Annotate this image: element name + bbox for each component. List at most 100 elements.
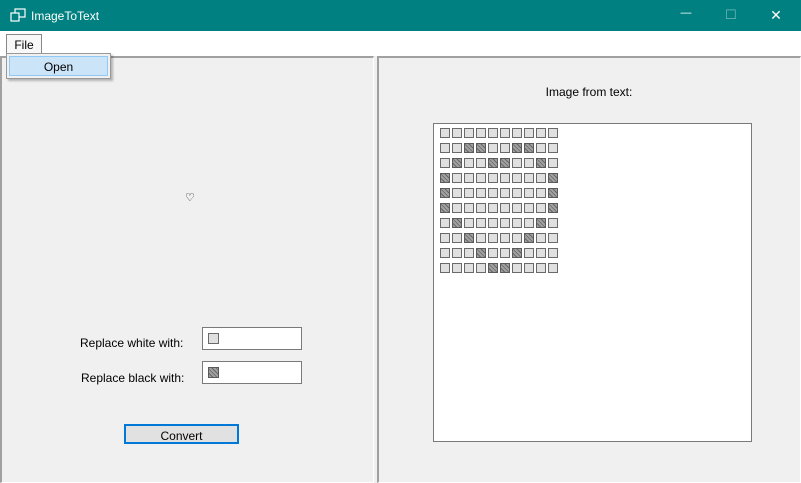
light-square-icon (512, 173, 522, 183)
hatched-square-icon (512, 248, 522, 258)
light-square-icon (488, 218, 498, 228)
light-square-icon (488, 128, 498, 138)
light-square-icon (488, 143, 498, 153)
title-bar[interactable]: ImageToText — ☐ ✕ (0, 0, 801, 31)
light-square-icon (536, 128, 546, 138)
light-square-icon (500, 233, 510, 243)
light-square-icon (452, 143, 462, 153)
light-square-icon (536, 173, 546, 183)
light-square-icon (440, 218, 450, 228)
light-square-icon (476, 173, 486, 183)
source-panel (0, 56, 374, 483)
minimize-icon: — (680, 7, 692, 19)
light-square-icon (500, 248, 510, 258)
light-square-icon (548, 218, 558, 228)
hatched-square-icon (500, 158, 510, 168)
light-square-icon (524, 173, 534, 183)
light-square-icon (452, 203, 462, 213)
text-image-preview[interactable] (433, 123, 752, 442)
light-square-icon (452, 173, 462, 183)
light-square-icon (536, 248, 546, 258)
hatched-square-icon (536, 218, 546, 228)
hatched-square-icon (464, 233, 474, 243)
light-square-icon (500, 203, 510, 213)
minimize-button[interactable]: — (663, 0, 709, 31)
hatched-square-icon (488, 158, 498, 168)
menu-file[interactable]: File (6, 34, 42, 53)
glyph-grid (440, 128, 558, 273)
hatched-square-icon (452, 218, 462, 228)
light-square-icon (488, 188, 498, 198)
replace-white-field[interactable] (202, 327, 302, 350)
light-square-icon (488, 233, 498, 243)
app-icon (10, 8, 26, 22)
hatched-square-icon (524, 143, 534, 153)
light-square-icon (524, 188, 534, 198)
close-button[interactable]: ✕ (753, 0, 799, 31)
menu-item-open[interactable]: Open (9, 56, 108, 76)
hatched-square-icon (488, 263, 498, 273)
close-icon: ✕ (770, 7, 782, 23)
light-square-icon (440, 248, 450, 258)
hatched-square-icon (440, 188, 450, 198)
replace-black-field[interactable] (202, 361, 302, 384)
hatched-square-icon (452, 158, 462, 168)
light-square-icon (464, 263, 474, 273)
hatched-square-icon (500, 263, 510, 273)
light-square-icon (476, 203, 486, 213)
hatched-square-icon (208, 367, 219, 378)
replace-white-label: Replace white with: (80, 336, 184, 350)
light-square-icon (452, 188, 462, 198)
light-square-icon (548, 143, 558, 153)
light-square-icon (476, 128, 486, 138)
menu-item-open-label: Open (43, 60, 74, 74)
light-square-icon (476, 188, 486, 198)
light-square-icon (452, 128, 462, 138)
light-square-icon (476, 233, 486, 243)
light-square-icon (524, 263, 534, 273)
light-square-icon (464, 203, 474, 213)
light-square-icon (488, 173, 498, 183)
light-square-icon (536, 188, 546, 198)
light-square-icon (208, 333, 219, 344)
light-square-icon (524, 128, 534, 138)
light-square-icon (452, 248, 462, 258)
light-square-icon (464, 158, 474, 168)
light-square-icon (452, 263, 462, 273)
light-square-icon (440, 128, 450, 138)
light-square-icon (440, 143, 450, 153)
light-square-icon (548, 233, 558, 243)
hatched-square-icon (548, 203, 558, 213)
light-square-icon (500, 128, 510, 138)
light-square-icon (512, 158, 522, 168)
hatched-square-icon (440, 173, 450, 183)
preview-label: Image from text: (545, 85, 633, 99)
light-square-icon (500, 218, 510, 228)
light-square-icon (512, 233, 522, 243)
light-square-icon (536, 203, 546, 213)
light-square-icon (548, 128, 558, 138)
menu-file-label: File (14, 38, 34, 52)
light-square-icon (524, 218, 534, 228)
light-square-icon (440, 158, 450, 168)
convert-button[interactable]: Convert (124, 424, 239, 444)
file-dropdown-menu: Open (6, 53, 111, 79)
hatched-square-icon (548, 173, 558, 183)
hatched-square-icon (512, 143, 522, 153)
hatched-square-icon (440, 203, 450, 213)
hatched-square-icon (548, 188, 558, 198)
light-square-icon (476, 263, 486, 273)
light-square-icon (512, 203, 522, 213)
light-square-icon (464, 188, 474, 198)
light-square-icon (440, 263, 450, 273)
light-square-icon (440, 233, 450, 243)
replace-black-label: Replace black with: (81, 371, 185, 385)
maximize-button[interactable]: ☐ (708, 0, 754, 31)
light-square-icon (464, 128, 474, 138)
light-square-icon (548, 158, 558, 168)
light-square-icon (512, 188, 522, 198)
light-square-icon (524, 158, 534, 168)
light-square-icon (512, 218, 522, 228)
window-title: ImageToText (31, 9, 100, 23)
light-square-icon (536, 233, 546, 243)
